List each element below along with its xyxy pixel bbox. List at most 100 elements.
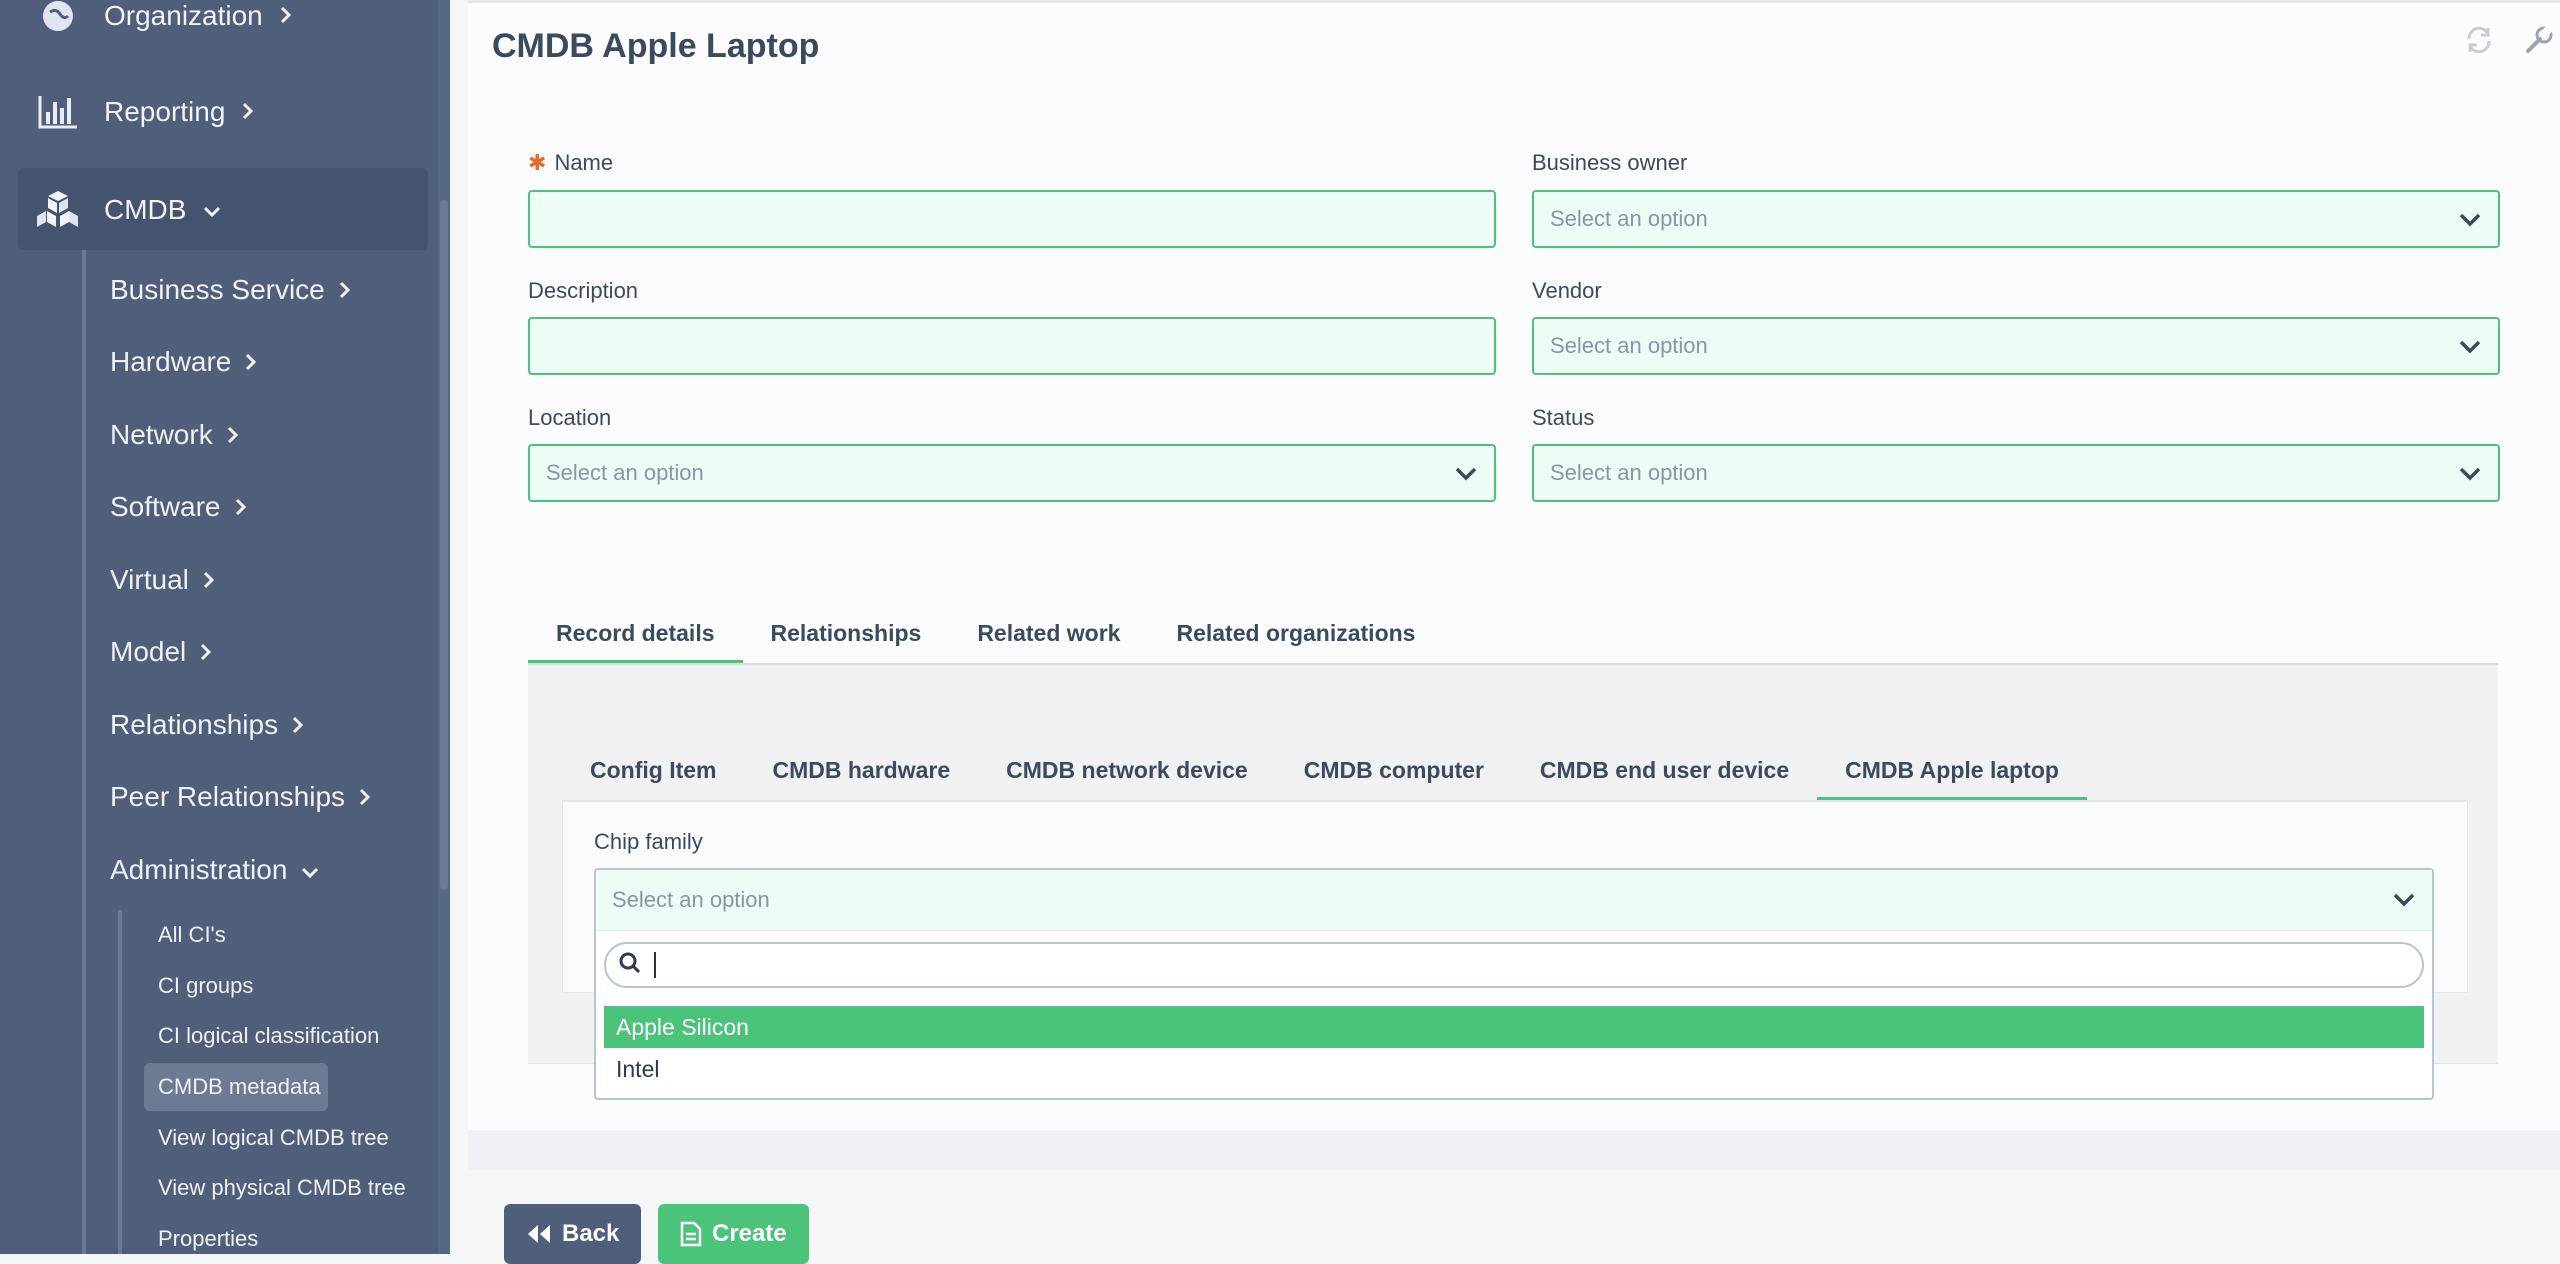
- sidebar-item-business-service[interactable]: Business Service: [110, 265, 351, 315]
- chip-family-dropdown[interactable]: Select an option Apple Silicon Intel: [594, 868, 2434, 1100]
- page-title: CMDB Apple Laptop: [492, 27, 820, 65]
- text-caret: [654, 952, 656, 978]
- subtab-cmdb-apple-laptop[interactable]: CMDB Apple laptop: [1817, 740, 2087, 800]
- sidebar-item-label: CI groups: [158, 973, 254, 998]
- chevron-right-icon: [235, 491, 247, 523]
- sidebar-item-label: Hardware: [110, 346, 232, 377]
- sidebar-item-properties[interactable]: Properties: [158, 1221, 258, 1254]
- sidebar-tree-line: [118, 910, 122, 1254]
- chevron-right-icon: [279, 0, 293, 32]
- sidebar-item-peer-relationships[interactable]: Peer Relationships: [110, 772, 371, 822]
- page-header: CMDB Apple Laptop: [468, 0, 2560, 93]
- chevron-right-icon: [339, 274, 351, 306]
- sidebar: Organization Reporting CMDB Business Ser…: [0, 0, 450, 1254]
- tab-related-work[interactable]: Related work: [949, 603, 1148, 663]
- subtab-cmdb-end-user-device[interactable]: CMDB end user device: [1512, 740, 1817, 800]
- sidebar-item-label: Organization: [104, 0, 263, 31]
- location-placeholder: Select an option: [546, 460, 704, 485]
- chip-family-search-input[interactable]: [604, 942, 2424, 988]
- status-select[interactable]: Select an option: [1532, 444, 2500, 502]
- bar-chart-icon: [34, 92, 82, 132]
- subtab-cmdb-computer[interactable]: CMDB computer: [1276, 740, 1512, 800]
- sidebar-item-label: Virtual: [110, 564, 189, 595]
- subtab-cmdb-network-device[interactable]: CMDB network device: [978, 740, 1276, 800]
- chevron-right-icon: [359, 781, 371, 813]
- chevron-right-icon: [200, 636, 212, 668]
- chevron-down-icon: [2458, 335, 2482, 361]
- main-content: CMDB Apple Laptop ✱ Name Description Loca…: [468, 0, 2560, 1264]
- sidebar-item-administration[interactable]: Administration: [110, 845, 319, 895]
- wrench-icon[interactable]: [2524, 25, 2554, 60]
- name-label-text: Name: [554, 150, 614, 175]
- record-tabs: Record details Relationships Related wor…: [528, 603, 1443, 663]
- option-intel[interactable]: Intel: [604, 1048, 2424, 1090]
- location-select[interactable]: Select an option: [528, 444, 1496, 502]
- chevron-down-icon: [2392, 888, 2416, 914]
- business-owner-placeholder: Select an option: [1550, 206, 1708, 231]
- vendor-label: Vendor: [1532, 278, 1602, 303]
- sidebar-item-label: Reporting: [104, 96, 226, 127]
- chevron-down-icon: [2458, 462, 2482, 488]
- sidebar-item-network[interactable]: Network: [110, 410, 239, 460]
- chip-family-label: Chip family: [594, 829, 703, 854]
- description-label: Description: [528, 278, 639, 303]
- chevron-right-icon: [292, 709, 304, 741]
- sidebar-tree-line: [82, 250, 86, 1254]
- status-label: Status: [1532, 405, 1595, 430]
- chip-family-placeholder: Select an option: [612, 887, 770, 912]
- sidebar-item-label: Software: [110, 491, 221, 522]
- sidebar-item-relationships[interactable]: Relationships: [110, 700, 304, 750]
- cmdb-subtabs: Config Item CMDB hardware CMDB network d…: [562, 740, 2087, 800]
- sidebar-item-organization[interactable]: Organization: [0, 0, 293, 56]
- sidebar-item-label: Administration: [110, 854, 288, 885]
- footer-divider: [468, 1130, 2560, 1170]
- chevron-down-icon: [301, 854, 319, 886]
- sidebar-item-label: Peer Relationships: [110, 781, 346, 812]
- status-placeholder: Select an option: [1550, 460, 1708, 485]
- sidebar-item-cmdb-metadata[interactable]: CMDB metadata: [158, 1069, 321, 1105]
- subtab-cmdb-hardware[interactable]: CMDB hardware: [745, 740, 979, 800]
- business-owner-label: Business owner: [1532, 150, 1688, 175]
- tab-record-details[interactable]: Record details: [528, 603, 743, 663]
- sidebar-item-all-cis[interactable]: All CI's: [158, 917, 226, 953]
- sidebar-item-view-physical-cmdb-tree[interactable]: View physical CMDB tree: [158, 1170, 406, 1206]
- sidebar-item-model[interactable]: Model: [110, 627, 212, 677]
- back-button[interactable]: Back: [504, 1204, 642, 1264]
- sidebar-item-label: View logical CMDB tree: [158, 1125, 389, 1150]
- chip-family-select[interactable]: Select an option: [596, 870, 2432, 931]
- name-label: ✱ Name: [528, 150, 613, 176]
- tab-relationships[interactable]: Relationships: [743, 603, 950, 663]
- description-input[interactable]: [528, 317, 1496, 375]
- sidebar-item-label: All CI's: [158, 922, 226, 947]
- sidebar-item-hardware[interactable]: Hardware: [110, 337, 257, 387]
- name-input[interactable]: [528, 190, 1496, 248]
- subtab-config-item[interactable]: Config Item: [562, 740, 745, 800]
- sidebar-item-label: View physical CMDB tree: [158, 1175, 406, 1200]
- search-icon: [618, 951, 642, 980]
- chevron-down-icon: [202, 194, 222, 226]
- chevron-right-icon: [203, 564, 215, 596]
- tab-related-organizations[interactable]: Related organizations: [1148, 603, 1443, 663]
- sidebar-scroll-thumb[interactable]: [440, 200, 448, 890]
- sidebar-item-ci-groups[interactable]: CI groups: [158, 968, 253, 1004]
- refresh-icon[interactable]: [2464, 25, 2494, 60]
- vendor-select[interactable]: Select an option: [1532, 317, 2500, 375]
- back-button-label: Back: [562, 1220, 620, 1247]
- sidebar-item-label: CMDB: [104, 194, 187, 225]
- create-button[interactable]: Create: [658, 1204, 809, 1264]
- business-owner-select[interactable]: Select an option: [1532, 190, 2500, 248]
- sidebar-item-label: Properties: [158, 1226, 259, 1251]
- sidebar-item-reporting[interactable]: Reporting: [0, 72, 255, 152]
- sidebar-item-ci-logical-classification[interactable]: CI logical classification: [158, 1018, 379, 1054]
- sidebar-item-label: Network: [110, 419, 213, 450]
- sidebar-item-cmdb[interactable]: CMDB: [0, 170, 222, 250]
- sidebar-item-virtual[interactable]: Virtual: [110, 555, 215, 605]
- sidebar-item-label: CI logical classification: [158, 1023, 380, 1048]
- chevron-right-icon: [245, 346, 257, 378]
- option-apple-silicon[interactable]: Apple Silicon: [604, 1006, 2424, 1048]
- sidebar-item-software[interactable]: Software: [110, 482, 247, 532]
- sidebar-item-label: CMDB metadata: [158, 1074, 321, 1099]
- sidebar-item-view-logical-cmdb-tree[interactable]: View logical CMDB tree: [158, 1120, 389, 1156]
- chevron-down-icon: [2458, 208, 2482, 234]
- chevron-right-icon: [227, 419, 239, 451]
